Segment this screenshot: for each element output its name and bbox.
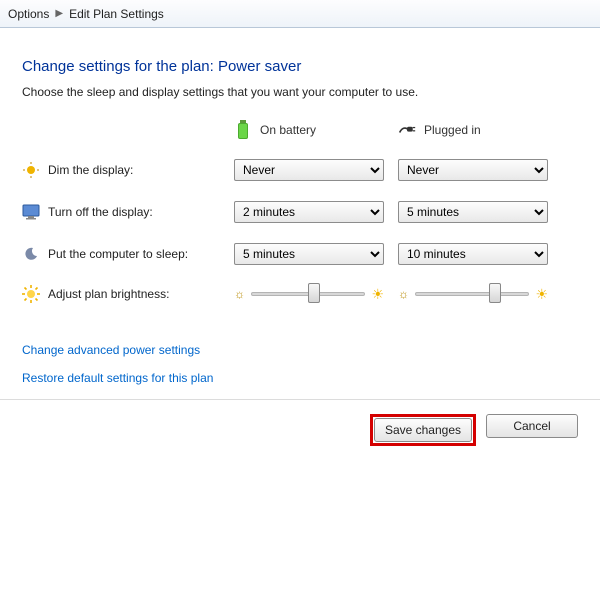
cancel-button[interactable]: Cancel: [486, 414, 578, 438]
row-sleep-text: Put the computer to sleep:: [48, 247, 188, 261]
row-turnoff-text: Turn off the display:: [48, 205, 153, 219]
chevron-right-icon: ▶: [53, 8, 65, 19]
save-button-highlight: Save changes: [370, 414, 476, 446]
footer-buttons: Save changes Cancel: [0, 399, 600, 460]
brightness-icon: [22, 285, 40, 303]
row-dim-label: Dim the display:: [22, 161, 230, 179]
sleep-plugged-select[interactable]: 10 minutes: [398, 243, 548, 265]
page-title: Change settings for the plan: Power save…: [22, 58, 578, 75]
page-description: Choose the sleep and display settings th…: [22, 85, 578, 99]
sun-high-icon: ☀: [371, 286, 384, 303]
links-section: Change advanced power settings Restore d…: [22, 343, 578, 385]
sleep-icon: [22, 245, 40, 263]
save-button[interactable]: Save changes: [374, 418, 472, 442]
row-dim-text: Dim the display:: [48, 163, 133, 177]
row-brightness-label: Adjust plan brightness:: [22, 285, 230, 303]
breadcrumb-item-edit-plan[interactable]: Edit Plan Settings: [65, 7, 168, 21]
settings-grid: On battery Plugged in Dim the display: N…: [22, 121, 578, 303]
brightness-battery-slider-cell: ☼ ☀: [234, 285, 384, 303]
brightness-plugged-slider-cell: ☼ ☀: [398, 285, 548, 303]
sun-low-icon: ☼: [398, 287, 409, 301]
column-header-battery-label: On battery: [260, 123, 316, 137]
main-content: Change settings for the plan: Power save…: [0, 28, 600, 385]
column-header-plugged-label: Plugged in: [424, 123, 481, 137]
brightness-battery-slider[interactable]: [251, 285, 365, 303]
dim-battery-select[interactable]: Never: [234, 159, 384, 181]
row-brightness-text: Adjust plan brightness:: [48, 287, 169, 301]
breadcrumb: Options ▶ Edit Plan Settings: [0, 0, 600, 28]
turnoff-plugged-select[interactable]: 5 minutes: [398, 201, 548, 223]
plug-icon: [398, 121, 416, 139]
display-icon: [22, 203, 40, 221]
advanced-settings-link[interactable]: Change advanced power settings: [22, 343, 578, 357]
row-sleep-label: Put the computer to sleep:: [22, 245, 230, 263]
sleep-battery-select[interactable]: 5 minutes: [234, 243, 384, 265]
dim-icon: [22, 161, 40, 179]
sun-low-icon: ☼: [234, 287, 245, 301]
sun-high-icon: ☀: [535, 286, 548, 303]
breadcrumb-item-options[interactable]: Options: [4, 7, 53, 21]
brightness-plugged-slider[interactable]: [415, 285, 529, 303]
turnoff-battery-select[interactable]: 2 minutes: [234, 201, 384, 223]
dim-plugged-select[interactable]: Never: [398, 159, 548, 181]
row-turnoff-label: Turn off the display:: [22, 203, 230, 221]
column-header-battery: On battery: [234, 121, 394, 139]
battery-icon: [234, 121, 252, 139]
column-header-plugged: Plugged in: [398, 121, 558, 139]
restore-defaults-link[interactable]: Restore default settings for this plan: [22, 371, 578, 385]
